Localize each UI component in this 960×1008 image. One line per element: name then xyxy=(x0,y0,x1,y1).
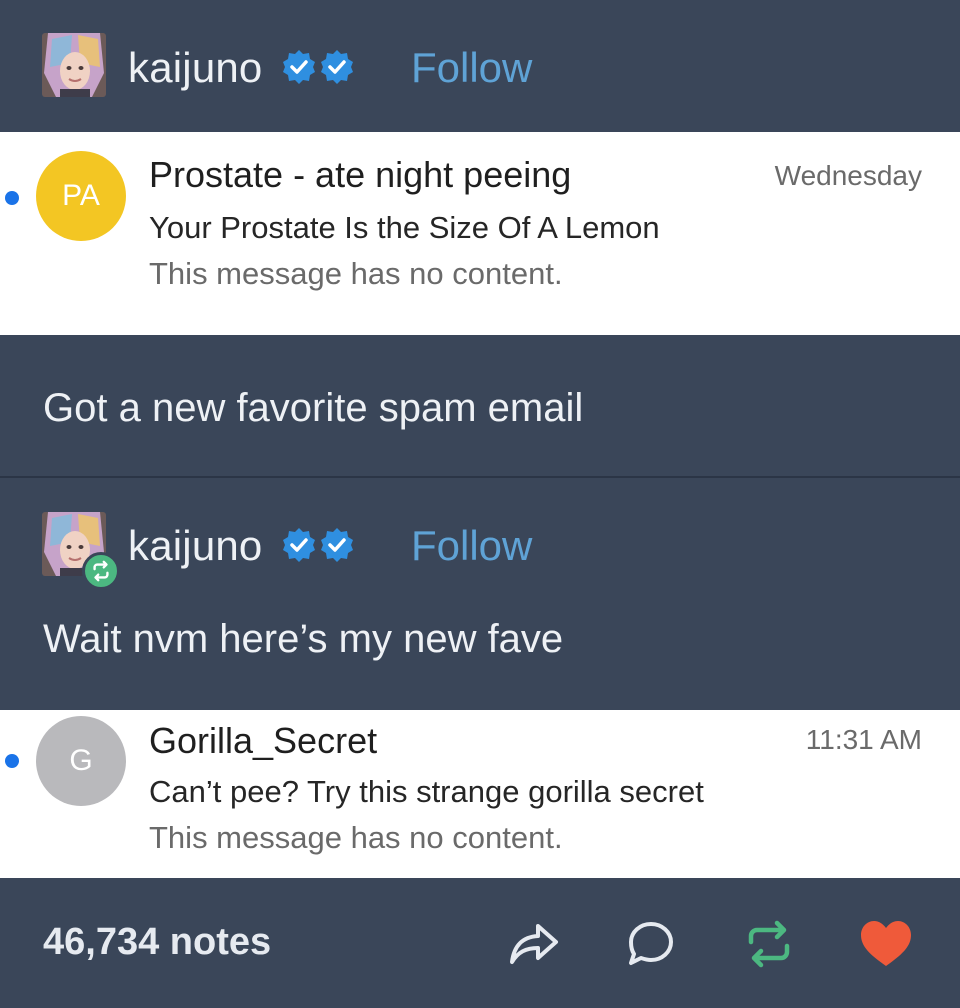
sender-initials: PA xyxy=(62,179,100,212)
email-preview: This message has no content. xyxy=(149,820,563,855)
email-preview: This message has no content. xyxy=(149,256,563,291)
sender-name: Gorilla_Secret xyxy=(149,720,378,761)
reblog-caption: Wait nvm here’s my new fave xyxy=(43,617,564,661)
email-card: G Gorilla_Secret 11:31 AM Can’t pee? Try… xyxy=(0,710,960,878)
sender-avatar: G xyxy=(36,716,126,806)
unread-dot xyxy=(5,754,19,768)
reply-icon[interactable] xyxy=(623,916,679,972)
unread-dot xyxy=(5,191,19,205)
verified-badges xyxy=(281,49,355,85)
post-footer: 46,734 notes xyxy=(0,878,960,1008)
email-card: PA Prostate - ate night peeing Wednesday… xyxy=(0,132,960,335)
username[interactable]: kaijuno xyxy=(128,44,263,92)
share-icon[interactable] xyxy=(506,916,562,972)
like-icon[interactable] xyxy=(858,916,914,972)
verified-badge-icon xyxy=(321,528,353,562)
verified-badges xyxy=(281,527,355,563)
email-subject: Your Prostate Is the Size Of A Lemon xyxy=(149,210,660,245)
verified-badge-icon xyxy=(283,528,315,562)
username[interactable]: kaijuno xyxy=(128,522,263,570)
sender-initials: G xyxy=(69,744,93,777)
email-subject: Can’t pee? Try this strange gorilla secr… xyxy=(149,774,704,809)
sender-name: Prostate - ate night peeing xyxy=(149,154,572,195)
notes-count[interactable]: 46,734 notes xyxy=(43,921,271,964)
follow-button[interactable]: Follow xyxy=(411,522,532,570)
sender-avatar: PA xyxy=(36,151,126,241)
verified-badge-icon xyxy=(283,50,315,84)
reblog-badge-icon xyxy=(82,552,120,590)
follow-button[interactable]: Follow xyxy=(411,44,532,92)
email-time: Wednesday xyxy=(774,160,922,191)
post-caption: Got a new favorite spam email xyxy=(43,386,584,430)
email-time: 11:31 AM xyxy=(805,724,922,755)
reblog-header: kaijuno Follow Wait nvm here’s my new fa… xyxy=(0,478,960,710)
post-body: Got a new favorite spam email xyxy=(0,335,960,477)
reblog-icon[interactable] xyxy=(741,916,797,972)
avatar[interactable] xyxy=(42,33,106,97)
verified-badge-icon xyxy=(321,50,353,84)
post-header: kaijuno Follow xyxy=(0,0,960,132)
